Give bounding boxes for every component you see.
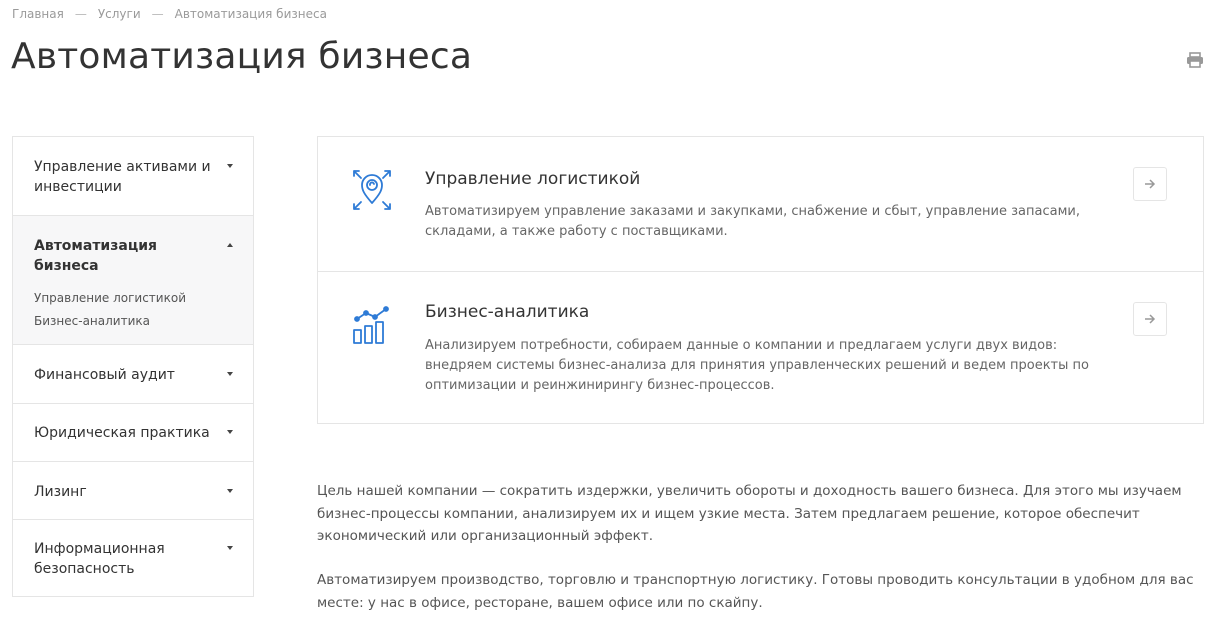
arrow-right-button[interactable] — [1133, 302, 1167, 336]
breadcrumb-separator: — — [74, 7, 87, 21]
chevron-down-icon — [227, 546, 233, 550]
sidebar-item-label: Юридическая практика — [34, 425, 210, 441]
service-card-logistics[interactable]: Управление логистикой Автоматизируем упр… — [318, 137, 1203, 271]
sidebar-subitem-analytics[interactable]: Бизнес-аналитика — [34, 310, 186, 333]
breadcrumb-current: Автоматизация бизнеса — [174, 7, 327, 21]
sidebar-item-security[interactable]: Информационная безопасность — [13, 519, 253, 596]
service-card-description: Анализируем потребности, собираем данные… — [425, 338, 1089, 393]
sidebar-item-label: Информационная безопасность — [34, 541, 165, 577]
sidebar-item-leasing[interactable]: Лизинг — [13, 461, 253, 519]
arrow-right-button[interactable] — [1133, 167, 1167, 201]
bar-chart-trend-icon — [352, 306, 392, 350]
breadcrumb: Главная — Услуги — Автоматизация бизнеса — [12, 7, 327, 21]
page-title: Автоматизация бизнеса — [11, 36, 473, 77]
service-card-title[interactable]: Бизнес-аналитика — [425, 302, 589, 322]
content-paragraph: Автоматизируем производство, торговлю и … — [317, 572, 1194, 611]
sidebar-item-automation[interactable]: Автоматизация бизнеса Управление логисти… — [13, 215, 253, 344]
sidebar-item-assets[interactable]: Управление активами и инвестиции — [13, 137, 253, 215]
service-card-description: Автоматизируем управление заказами и зак… — [425, 204, 1080, 239]
chevron-down-icon — [227, 489, 233, 493]
sidebar-item-label: Лизинг — [34, 484, 87, 500]
chevron-up-icon — [227, 243, 233, 247]
sidebar-subitem-logistics[interactable]: Управление логистикой — [34, 287, 186, 310]
chevron-down-icon — [227, 164, 233, 168]
printer-icon[interactable] — [1186, 52, 1204, 68]
breadcrumb-home[interactable]: Главная — [12, 7, 64, 21]
arrow-right-icon — [1145, 314, 1156, 324]
sidebar-item-label: Управление активами и инвестиции — [34, 159, 211, 195]
location-pin-arrows-icon — [352, 169, 392, 215]
service-card-analytics[interactable]: Бизнес-аналитика Анализируем потребности… — [318, 271, 1203, 423]
chevron-down-icon — [227, 372, 233, 376]
sidebar-item-legal[interactable]: Юридическая практика — [13, 403, 253, 461]
content-paragraph: Цель нашей компании — сократить издержки… — [317, 483, 1182, 544]
service-card-title[interactable]: Управление логистикой — [425, 169, 640, 189]
arrow-right-icon — [1145, 179, 1156, 189]
breadcrumb-services[interactable]: Услуги — [98, 7, 141, 21]
sidebar-menu: Управление активами и инвестиции Автомат… — [12, 136, 254, 597]
chevron-down-icon — [227, 430, 233, 434]
service-cards: Управление логистикой Автоматизируем упр… — [317, 136, 1204, 424]
sidebar-item-label: Финансовый аудит — [34, 367, 175, 383]
sidebar-item-label: Автоматизация бизнеса — [34, 238, 157, 274]
sidebar-item-audit[interactable]: Финансовый аудит — [13, 344, 253, 403]
breadcrumb-separator: — — [151, 7, 164, 21]
